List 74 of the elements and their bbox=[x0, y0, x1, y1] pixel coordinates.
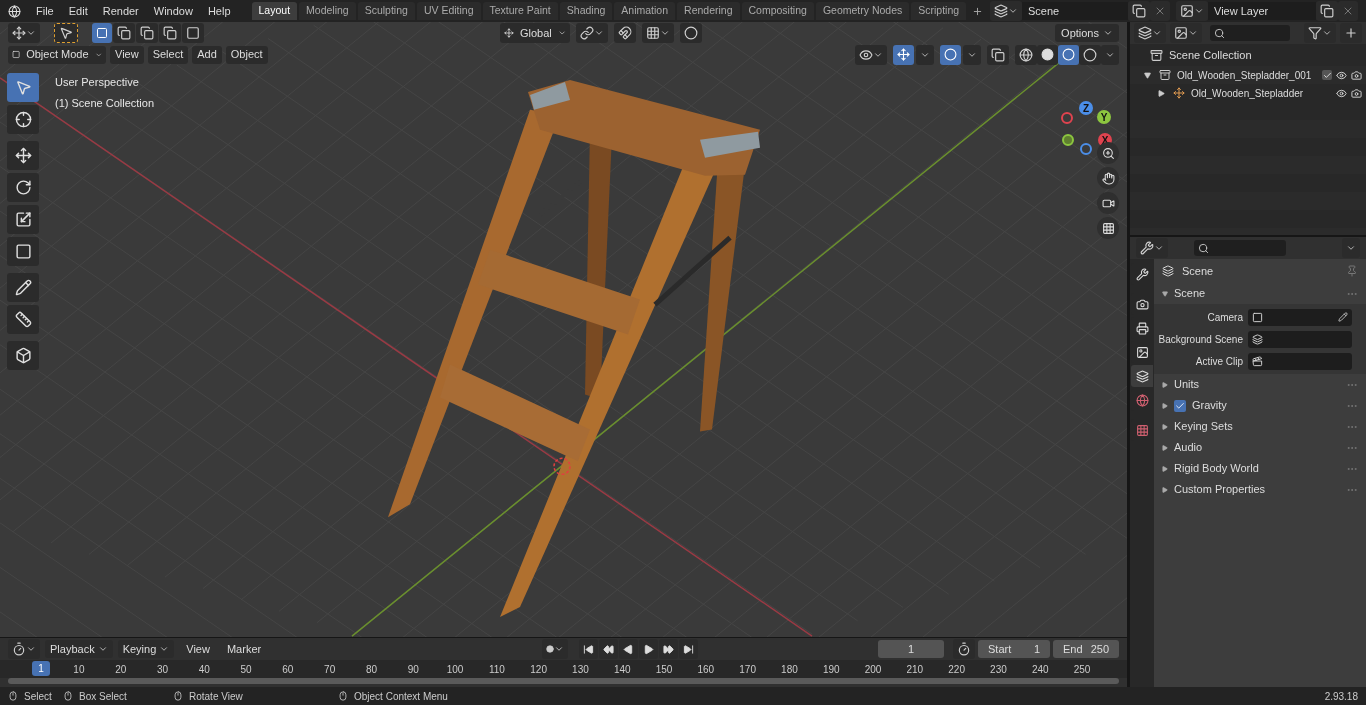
timeline-menu[interactable]: Keying bbox=[117, 640, 175, 659]
status-hint: Object Context Menu bbox=[354, 689, 448, 704]
frame-number: 220 bbox=[947, 662, 966, 677]
workspace-tab[interactable]: Sculpting bbox=[357, 2, 415, 20]
version-label: 2.93.18 bbox=[1324, 689, 1358, 704]
start-frame-field[interactable]: Start 1 bbox=[978, 640, 1050, 659]
frame-number: 250 bbox=[1072, 662, 1092, 677]
field-label: Background Scene bbox=[1157, 332, 1244, 347]
frame-number: 90 bbox=[406, 662, 420, 677]
frame-number: 110 bbox=[487, 662, 506, 677]
viewport-info-text: (1) Scene Collection bbox=[55, 95, 155, 111]
status-hint: Box Select bbox=[79, 689, 127, 704]
workspace-tab[interactable]: Geometry Nodes bbox=[815, 2, 910, 20]
frame-number: 10 bbox=[72, 662, 86, 677]
viewport-info-text: User Perspective bbox=[55, 75, 140, 90]
menu-item[interactable]: Window bbox=[146, 2, 200, 20]
frame-number: 130 bbox=[571, 662, 590, 677]
workspace-tab[interactable]: Scripting bbox=[911, 2, 967, 20]
workspace-tab[interactable]: Texture Paint bbox=[482, 2, 558, 20]
frame-number: 60 bbox=[281, 662, 295, 677]
end-frame-field[interactable]: End 250 bbox=[1053, 640, 1119, 659]
frame-number: 30 bbox=[155, 662, 170, 677]
frame-number: 230 bbox=[989, 662, 1008, 677]
menu-item[interactable]: Edit bbox=[61, 2, 95, 20]
frame-number: 200 bbox=[863, 662, 883, 677]
panel-header[interactable]: Custom Properties bbox=[1154, 479, 1366, 500]
outliner-item[interactable]: Scene Collection bbox=[1169, 46, 1252, 64]
frame-number: 180 bbox=[780, 662, 799, 677]
panel-header[interactable]: Rigid Body World bbox=[1154, 458, 1366, 479]
workspace-tab[interactable]: Layout bbox=[251, 2, 298, 20]
frame-number: 80 bbox=[364, 662, 379, 677]
frame-number: 240 bbox=[1030, 662, 1050, 677]
frame-number: 40 bbox=[197, 662, 211, 677]
workspace-tab[interactable]: Animation bbox=[614, 2, 676, 20]
workspace-tab[interactable]: Rendering bbox=[677, 2, 740, 20]
field-label: Camera bbox=[1206, 310, 1244, 325]
options-dropdown[interactable]: Options bbox=[1055, 24, 1119, 42]
field-label: Active Clip bbox=[1194, 354, 1244, 369]
frame-number: 120 bbox=[529, 662, 548, 677]
workspace-tab[interactable]: Modeling bbox=[299, 2, 356, 20]
menu-item[interactable]: File bbox=[29, 2, 61, 20]
timeline-menu[interactable]: Marker bbox=[221, 640, 267, 659]
orientation-dropdown[interactable]: Global bbox=[500, 23, 570, 43]
frame-number: 140 bbox=[612, 662, 632, 677]
current-frame-field[interactable]: 1 bbox=[878, 640, 944, 659]
panel-header[interactable]: Gravity bbox=[1154, 395, 1366, 416]
status-hint: Select bbox=[24, 689, 52, 704]
context-label: Scene bbox=[1182, 263, 1214, 279]
panel-header[interactable]: Keying Sets bbox=[1154, 416, 1366, 437]
scene-name-field[interactable]: Scene bbox=[1022, 2, 1128, 20]
frame-number: 70 bbox=[323, 662, 337, 677]
panel-header[interactable]: Audio bbox=[1154, 437, 1366, 458]
playhead[interactable]: 1 bbox=[32, 661, 50, 677]
menu-item[interactable]: Render bbox=[95, 2, 146, 20]
workspace-tab[interactable]: Compositing bbox=[741, 2, 814, 20]
frame-number: 100 bbox=[445, 662, 465, 677]
frame-number: 170 bbox=[738, 662, 757, 677]
status-hint: Rotate View bbox=[189, 689, 243, 704]
frame-number: 50 bbox=[239, 662, 253, 677]
view-layer-field[interactable]: View Layer bbox=[1208, 2, 1316, 20]
frame-number: 160 bbox=[696, 662, 716, 677]
frame-number: 210 bbox=[905, 662, 925, 677]
outliner-item[interactable]: Old_Wooden_Stepladder bbox=[1191, 85, 1304, 101]
panel-header[interactable]: Scene bbox=[1154, 283, 1366, 304]
panel-header[interactable]: Units bbox=[1154, 374, 1366, 395]
timeline-menu[interactable]: View bbox=[181, 640, 215, 659]
menu-item[interactable]: Help bbox=[200, 2, 238, 20]
frame-number: 190 bbox=[821, 662, 841, 677]
outliner-item[interactable]: Old_Wooden_Stepladder_001 bbox=[1177, 67, 1312, 83]
workspace-tab[interactable]: UV Editing bbox=[416, 2, 481, 20]
workspace-tab[interactable]: Shading bbox=[559, 2, 613, 20]
frame-number: 150 bbox=[654, 662, 674, 677]
timeline-menu[interactable]: Playback bbox=[45, 640, 113, 659]
frame-number: 20 bbox=[114, 662, 128, 677]
